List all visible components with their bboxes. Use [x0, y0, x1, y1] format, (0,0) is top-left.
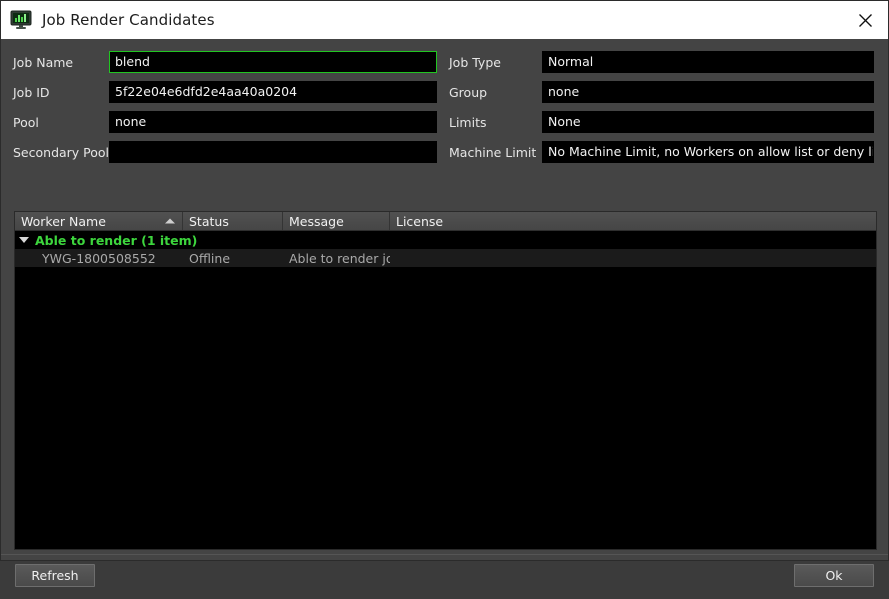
column-header-message-label: Message: [289, 213, 344, 229]
field-row-job-name: Job Name blend: [13, 51, 437, 73]
column-header-status-label: Status: [189, 213, 229, 229]
label-machine-limit: Machine Limit: [449, 144, 537, 160]
column-header-license[interactable]: License: [390, 212, 876, 230]
close-button[interactable]: [842, 1, 888, 39]
field-row-job-type: Job Type Normal: [449, 51, 874, 73]
refresh-button[interactable]: Refresh: [15, 564, 95, 587]
cell-worker-name: YWG-1800508552: [42, 250, 156, 266]
ok-button[interactable]: Ok: [794, 564, 874, 587]
window-title: Job Render Candidates: [42, 11, 215, 29]
input-machine-limit[interactable]: No Machine Limit, no Workers on allow li…: [542, 141, 874, 163]
form-column-right: Job Type Normal Group none Limits None M…: [439, 39, 888, 167]
worker-candidates-list[interactable]: Worker Name Status Message License Able …: [14, 211, 877, 550]
label-pool: Pool: [13, 114, 39, 130]
sort-ascending-icon: [165, 218, 175, 224]
input-secondary-pool[interactable]: [109, 141, 437, 163]
input-group[interactable]: none: [542, 81, 874, 103]
list-group-header[interactable]: Able to render (1 item): [15, 231, 876, 249]
label-job-id: Job ID: [13, 84, 50, 100]
label-job-type: Job Type: [449, 54, 501, 70]
form-column-left: Job Name blend Job ID 5f22e04e6dfd2e4aa4…: [1, 39, 439, 167]
label-limits: Limits: [449, 114, 487, 130]
list-header-row: Worker Name Status Message License: [15, 212, 876, 231]
label-job-name: Job Name: [13, 54, 74, 70]
field-row-limits: Limits None: [449, 111, 874, 133]
chevron-down-icon[interactable]: [19, 237, 29, 243]
title-bar: Job Render Candidates: [1, 1, 888, 39]
input-job-name[interactable]: blend: [109, 51, 437, 73]
close-icon: [858, 13, 872, 27]
input-job-id[interactable]: 5f22e04e6dfd2e4aa40a0204: [109, 81, 437, 103]
column-header-message[interactable]: Message: [283, 212, 390, 230]
job-render-candidates-dialog: Job Render Candidates Job Name blend Job…: [0, 0, 889, 587]
input-job-type[interactable]: Normal: [542, 51, 874, 73]
label-secondary-pool: Secondary Pool: [13, 144, 110, 160]
field-row-job-id: Job ID 5f22e04e6dfd2e4aa40a0204: [13, 81, 437, 103]
list-group-label: Able to render (1 item): [35, 232, 198, 248]
table-row[interactable]: YWG-1800508552 Offline Able to render jo…: [15, 249, 876, 267]
cell-message: Able to render job: [289, 250, 390, 266]
column-header-worker-name[interactable]: Worker Name: [15, 212, 183, 230]
input-pool[interactable]: none: [109, 111, 437, 133]
column-header-status[interactable]: Status: [183, 212, 283, 230]
field-row-pool: Pool none: [13, 111, 437, 133]
field-row-machine-limit: Machine Limit No Machine Limit, no Worke…: [449, 141, 874, 163]
cell-status: Offline: [189, 250, 231, 266]
label-group: Group: [449, 84, 488, 100]
input-limits[interactable]: None: [542, 111, 874, 133]
field-row-group: Group none: [449, 81, 874, 103]
field-row-secondary-pool: Secondary Pool: [13, 141, 437, 163]
job-info-form: Job Name blend Job ID 5f22e04e6dfd2e4aa4…: [1, 39, 888, 167]
column-header-license-label: License: [396, 213, 444, 229]
column-header-worker-name-label: Worker Name: [21, 213, 106, 229]
dialog-body: Job Name blend Job ID 5f22e04e6dfd2e4aa4…: [1, 39, 888, 587]
monitor-chart-icon: [10, 9, 32, 31]
